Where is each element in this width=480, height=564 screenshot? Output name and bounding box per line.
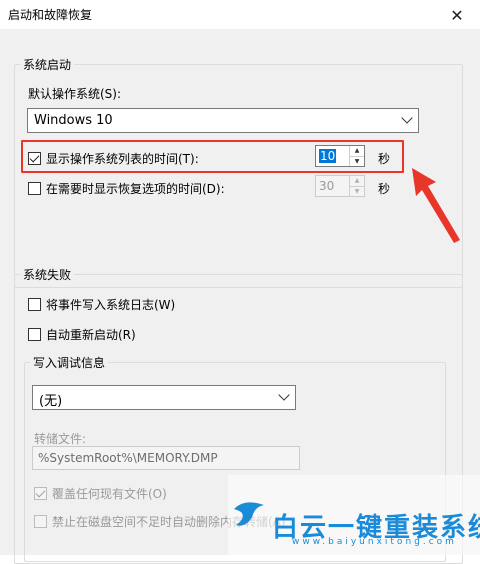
- dump-file-field[interactable]: %SystemRoot%\MEMORY.DMP: [32, 446, 300, 470]
- chevron-down-icon: [278, 389, 290, 401]
- overwrite-checkbox[interactable]: 覆盖任何现有文件(O): [34, 485, 167, 502]
- system-startup-title: 系统启动: [20, 56, 75, 73]
- debug-info-select[interactable]: (无): [32, 385, 296, 410]
- show-recovery-spinner[interactable]: 30 ▲ ▼: [315, 175, 365, 197]
- checkbox-unchecked-icon: [34, 515, 47, 528]
- default-os-select[interactable]: Windows 10: [27, 108, 419, 133]
- show-recovery-unit: 秒: [378, 182, 391, 196]
- show-recovery-value: 30: [319, 179, 335, 193]
- dump-file-label: 转储文件:: [34, 432, 87, 446]
- close-icon: ✕: [450, 5, 464, 25]
- annotation-arrow-icon: [412, 168, 460, 243]
- title-bar: 启动和故障恢复 ✕: [0, 0, 480, 30]
- close-button[interactable]: ✕: [434, 0, 480, 30]
- spin-down-icon: ▼: [350, 185, 364, 197]
- bird-logo-icon: [234, 502, 264, 526]
- spin-up-icon: ▲: [354, 177, 360, 185]
- debug-info-value: (无): [39, 394, 63, 409]
- default-os-value: Windows 10: [34, 113, 113, 128]
- watermark: 白云一键重装系统 www.baiyunxitong.com: [228, 475, 480, 555]
- checkbox-checked-icon: [34, 487, 47, 500]
- window-title: 启动和故障恢复: [8, 8, 93, 22]
- show-recovery-checkbox[interactable]: 在需要时显示恢复选项的时间(D):: [28, 180, 225, 197]
- debug-info-title: 写入调试信息: [30, 354, 109, 371]
- chevron-down-icon: [401, 112, 413, 124]
- auto-restart-checkbox[interactable]: 自动重新启动(R): [28, 326, 136, 343]
- system-failure-title: 系统失败: [20, 266, 75, 283]
- annotation-highlight-box: [21, 140, 404, 173]
- auto-restart-label: 自动重新启动(R): [46, 328, 136, 342]
- checkbox-unchecked-icon: [28, 328, 41, 341]
- write-event-label: 将事件写入系统日志(W): [46, 298, 176, 312]
- checkbox-unchecked-icon: [28, 182, 41, 195]
- overwrite-label: 覆盖任何现有文件(O): [52, 487, 167, 501]
- watermark-subtitle: www.baiyunxitong.com: [292, 537, 457, 547]
- show-recovery-label: 在需要时显示恢复选项的时间(D):: [46, 182, 225, 196]
- default-os-label: 默认操作系统(S):: [28, 87, 122, 101]
- dump-file-value: %SystemRoot%\MEMORY.DMP: [38, 451, 218, 465]
- write-event-checkbox[interactable]: 将事件写入系统日志(W): [28, 296, 175, 313]
- checkbox-unchecked-icon: [28, 298, 41, 311]
